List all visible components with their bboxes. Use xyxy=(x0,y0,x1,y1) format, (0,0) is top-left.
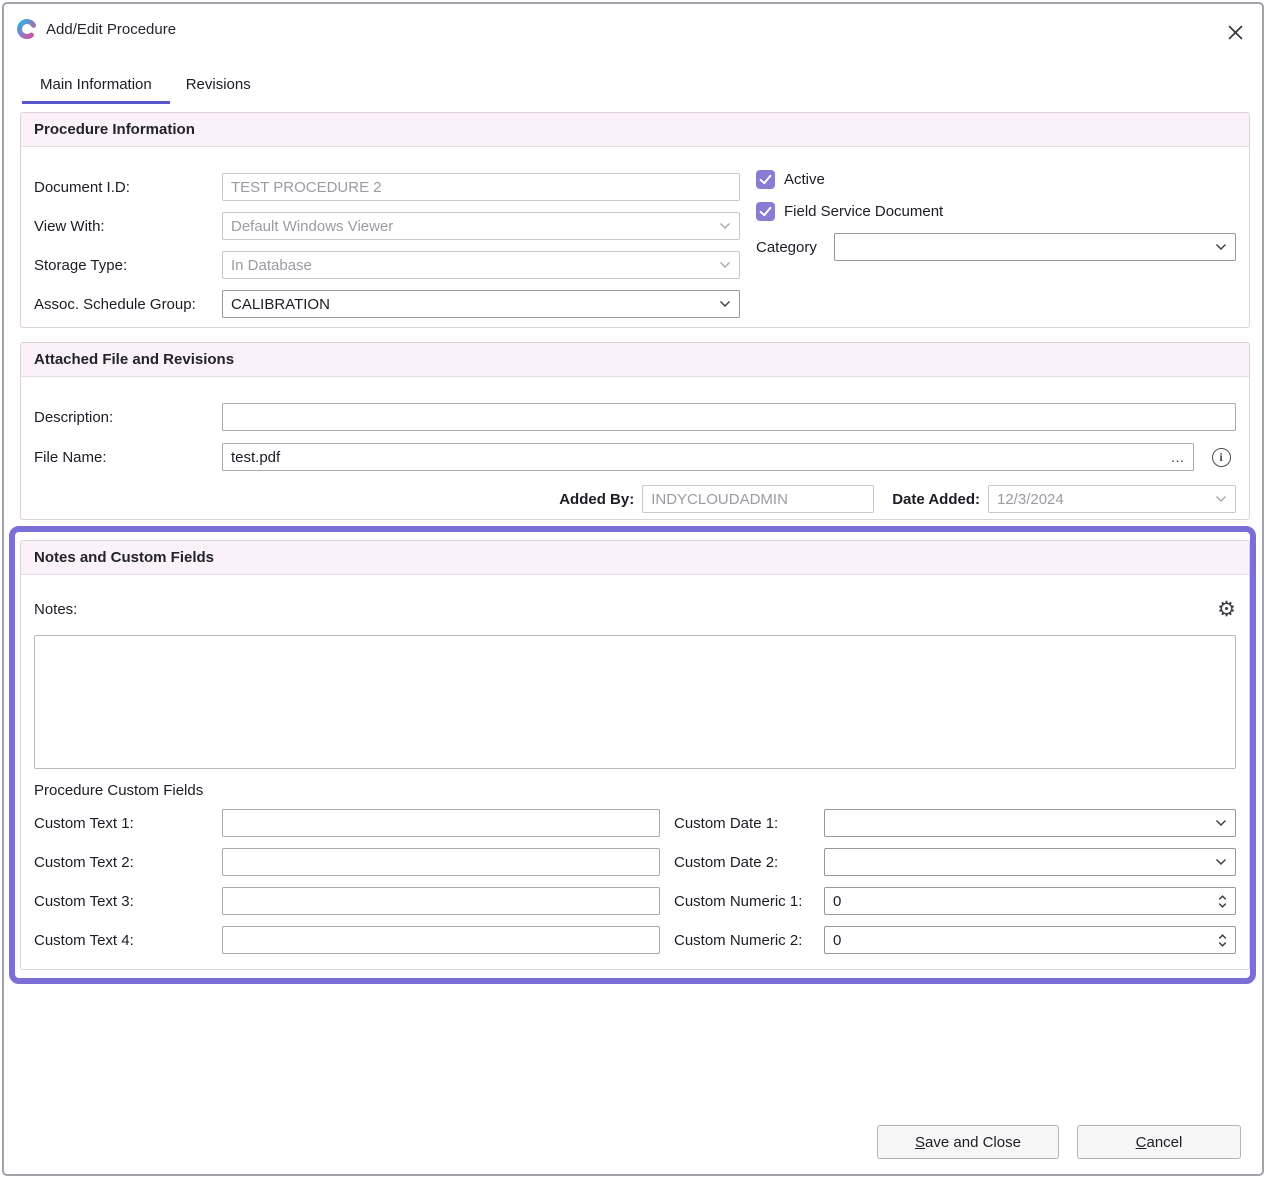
tab-main-information[interactable]: Main Information xyxy=(22,70,170,104)
file-name-label: File Name: xyxy=(34,449,222,466)
storage-type-value: In Database xyxy=(231,257,711,274)
window-title: Add/Edit Procedure xyxy=(46,21,176,38)
info-icon-wrap: i xyxy=(1206,448,1236,467)
procedure-information-section: Procedure Information Document I.D: View… xyxy=(20,112,1250,328)
date-added-label: Date Added: xyxy=(892,491,980,508)
custom-numeric-2-input[interactable] xyxy=(825,932,1209,949)
description-label: Description: xyxy=(34,409,222,426)
category-label: Category xyxy=(756,239,834,256)
custom-text-4-label: Custom Text 4: xyxy=(34,932,222,949)
notes-textarea[interactable] xyxy=(34,635,1236,769)
document-id-row: Document I.D: xyxy=(34,173,740,201)
added-by-input[interactable] xyxy=(642,485,874,513)
tab-bar: Main Information Revisions xyxy=(22,70,259,104)
date-added-value: 12/3/2024 xyxy=(997,491,1207,508)
app-logo-icon xyxy=(16,18,38,40)
chevron-down-icon xyxy=(711,222,739,230)
custom-text-3-input[interactable] xyxy=(222,887,660,915)
chevron-down-icon xyxy=(1207,243,1235,251)
file-name-field[interactable]: test.pdf … xyxy=(222,443,1194,471)
chevron-down-icon xyxy=(1207,858,1235,866)
custom-text-4-input[interactable] xyxy=(222,926,660,954)
assoc-schedule-group-value: CALIBRATION xyxy=(231,296,711,313)
procedure-information-header: Procedure Information xyxy=(21,113,1249,147)
custom-row-3: Custom Text 3: Custom Numeric 1: xyxy=(34,887,1236,915)
custom-numeric-2-label: Custom Numeric 2: xyxy=(674,932,824,949)
custom-text-1-input[interactable] xyxy=(222,809,660,837)
storage-type-label: Storage Type: xyxy=(34,257,222,274)
document-id-input[interactable] xyxy=(222,173,740,201)
view-with-select[interactable]: Default Windows Viewer xyxy=(222,212,740,240)
info-icon[interactable]: i xyxy=(1212,448,1231,467)
attached-file-header: Attached File and Revisions xyxy=(21,343,1249,377)
chevron-down-icon xyxy=(1207,819,1235,827)
checkbox-checked-icon[interactable] xyxy=(756,170,775,189)
custom-fields-rows: Custom Text 1: Custom Date 1: Custom Tex… xyxy=(34,809,1236,965)
active-checkbox-label: Active xyxy=(784,171,825,188)
cancel-button[interactable]: Cancel xyxy=(1077,1125,1241,1159)
chevron-down-icon xyxy=(711,300,739,308)
add-edit-procedure-dialog: Add/Edit Procedure Main Information Revi… xyxy=(2,2,1264,1176)
field-service-document-checkbox-label: Field Service Document xyxy=(784,203,943,220)
active-checkbox[interactable]: Active xyxy=(756,167,1236,191)
custom-numeric-1-input[interactable] xyxy=(825,893,1209,910)
notes-custom-fields-section: Notes and Custom Fields Notes: ⚙ Procedu… xyxy=(20,540,1250,970)
custom-numeric-1-spinner[interactable] xyxy=(824,887,1236,915)
storage-type-row: Storage Type: In Database xyxy=(34,251,740,279)
custom-text-1-label: Custom Text 1: xyxy=(34,815,222,832)
attached-file-section: Attached File and Revisions Description:… xyxy=(20,342,1250,520)
procedure-info-right-column: Active Field Service Document Category xyxy=(756,167,1236,261)
file-name-row: File Name: test.pdf … i xyxy=(34,443,1236,471)
checkbox-checked-icon[interactable] xyxy=(756,202,775,221)
gear-icon[interactable]: ⚙ xyxy=(1217,599,1236,620)
custom-text-2-input[interactable] xyxy=(222,848,660,876)
field-service-document-checkbox[interactable]: Field Service Document xyxy=(756,199,1236,223)
custom-row-4: Custom Text 4: Custom Numeric 2: xyxy=(34,926,1236,954)
notes-label-row: Notes: ⚙ xyxy=(34,599,1236,620)
custom-text-2-label: Custom Text 2: xyxy=(34,854,222,871)
close-icon[interactable] xyxy=(1224,21,1246,43)
custom-row-2: Custom Text 2: Custom Date 2: xyxy=(34,848,1236,876)
chevron-down-icon xyxy=(1207,495,1235,503)
custom-row-1: Custom Text 1: Custom Date 1: xyxy=(34,809,1236,837)
view-with-row: View With: Default Windows Viewer xyxy=(34,212,740,240)
tab-revisions[interactable]: Revisions xyxy=(178,70,259,104)
procedure-info-left-column: Document I.D: View With: Default Windows… xyxy=(34,173,740,329)
save-and-close-button[interactable]: Save and Close xyxy=(877,1125,1059,1159)
procedure-custom-fields-heading: Procedure Custom Fields xyxy=(34,782,203,799)
assoc-schedule-group-row: Assoc. Schedule Group: CALIBRATION xyxy=(34,290,740,318)
category-select[interactable] xyxy=(834,233,1236,261)
title-bar: Add/Edit Procedure xyxy=(4,4,1262,58)
custom-date-1-label: Custom Date 1: xyxy=(674,815,824,832)
added-by-label: Added By: xyxy=(559,491,634,508)
category-row: Category xyxy=(756,233,1236,261)
custom-date-2-select[interactable] xyxy=(824,848,1236,876)
description-input[interactable] xyxy=(222,403,1236,431)
tab-main-information-label: Main Information xyxy=(40,76,152,93)
browse-ellipsis-button[interactable]: … xyxy=(1163,449,1193,465)
assoc-schedule-group-label: Assoc. Schedule Group: xyxy=(34,296,222,313)
notes-custom-fields-header: Notes and Custom Fields xyxy=(21,541,1249,575)
up-down-icon[interactable] xyxy=(1209,894,1235,909)
date-added-select[interactable]: 12/3/2024 xyxy=(988,485,1236,513)
custom-numeric-1-label: Custom Numeric 1: xyxy=(674,893,824,910)
added-by-row: Added By: Date Added: 12/3/2024 xyxy=(34,485,1236,513)
custom-numeric-2-spinner[interactable] xyxy=(824,926,1236,954)
notes-label: Notes: xyxy=(34,601,77,618)
custom-date-1-select[interactable] xyxy=(824,809,1236,837)
description-row: Description: xyxy=(34,403,1236,431)
tab-revisions-label: Revisions xyxy=(186,76,251,93)
storage-type-select[interactable]: In Database xyxy=(222,251,740,279)
chevron-down-icon xyxy=(711,261,739,269)
document-id-label: Document I.D: xyxy=(34,179,222,196)
file-name-value: test.pdf xyxy=(223,449,1163,466)
up-down-icon[interactable] xyxy=(1209,933,1235,948)
assoc-schedule-group-select[interactable]: CALIBRATION xyxy=(222,290,740,318)
view-with-value: Default Windows Viewer xyxy=(231,218,711,235)
view-with-label: View With: xyxy=(34,218,222,235)
custom-text-3-label: Custom Text 3: xyxy=(34,893,222,910)
custom-date-2-label: Custom Date 2: xyxy=(674,854,824,871)
